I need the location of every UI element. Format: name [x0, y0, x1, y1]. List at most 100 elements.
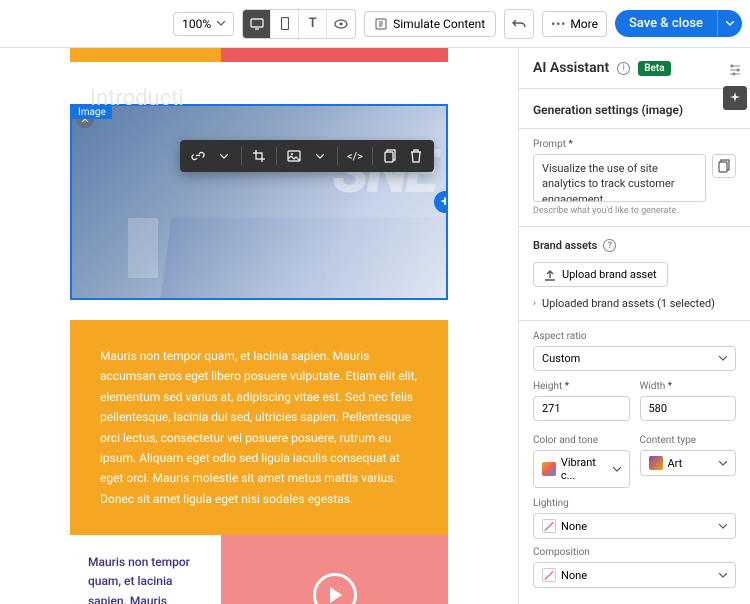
purple-copy: Mauris non tempor quam, et lacinia sapie…: [88, 553, 203, 604]
image-placeholder: SNE: [72, 106, 446, 298]
top-toolbar: 100% T Simulate Content ••• More Save & …: [0, 0, 750, 48]
chevron-down-icon[interactable]: [212, 144, 236, 168]
uploaded-label: Uploaded brand assets (1 selected): [542, 297, 715, 310]
save-close-button[interactable]: Save & close: [615, 10, 717, 37]
image-tool[interactable]: [282, 144, 306, 168]
composition-select[interactable]: None: [533, 562, 736, 588]
height-input[interactable]: [533, 396, 630, 421]
text-view-button[interactable]: T: [299, 10, 327, 38]
aspect-value: Custom: [542, 352, 580, 365]
prompt-hint: Describe what you'd like to generate.: [533, 206, 736, 216]
sparkle-icon: [729, 92, 741, 104]
composition-label: Composition: [533, 547, 736, 558]
beta-badge: Beta: [638, 61, 670, 76]
width-input[interactable]: [640, 396, 737, 421]
brand-assets-label: Brand assets: [533, 239, 597, 252]
style-row: Color and tone Vibrant c... Content type…: [519, 431, 750, 492]
sliders-icon: [728, 63, 742, 77]
undo-button[interactable]: [504, 9, 534, 39]
more-label: More: [570, 17, 598, 31]
upload-label: Upload brand asset: [562, 268, 657, 281]
chevron-down-icon: [719, 573, 727, 578]
video-card[interactable]: [221, 535, 448, 604]
aspect-ratio-select[interactable]: Custom: [533, 346, 736, 371]
orange-copy: Mauris non tempor quam, et lacinia sapie…: [100, 349, 417, 506]
main-area: Introducti Image ✕ SNE + Mauris non temp…: [0, 48, 750, 604]
play-button[interactable]: [313, 573, 357, 604]
undo-icon: [512, 18, 526, 30]
dimensions-row: Height Width: [519, 377, 750, 425]
copy-prompt-button[interactable]: [712, 154, 736, 178]
height-label: Height: [533, 381, 630, 392]
code-tool[interactable]: </>: [343, 144, 367, 168]
settings-rail-button[interactable]: [723, 58, 747, 82]
chevron-down-icon: [217, 21, 225, 26]
none-swatch-icon: [542, 519, 556, 533]
lighting-section: Lighting None: [519, 492, 750, 545]
none-swatch-icon: [542, 568, 556, 582]
lighting-value: None: [561, 520, 587, 533]
generation-settings-title: Generation settings (image): [533, 103, 683, 117]
toolbar-divider: [276, 147, 277, 165]
copy-tool[interactable]: [378, 144, 402, 168]
intro-heading-block: Introducti: [70, 62, 448, 92]
panel-title: AI Assistant: [533, 60, 609, 76]
preview-button[interactable]: [327, 10, 355, 38]
content-type-select[interactable]: Art: [640, 450, 737, 476]
width-label: Width: [640, 381, 737, 392]
orange-text-block[interactable]: Mauris non tempor quam, et lacinia sapie…: [70, 320, 448, 535]
color-label: Color and tone: [533, 435, 630, 446]
generate-row: Generate i: [519, 594, 750, 604]
link-tool[interactable]: [186, 144, 210, 168]
right-side-rail: [720, 48, 750, 110]
color-value: Vibrant c...: [561, 456, 613, 482]
content-value: Art: [668, 457, 683, 470]
image-component[interactable]: Image ✕ SNE +: [70, 104, 448, 300]
prompt-textarea[interactable]: Visualize the use of site analytics to t…: [533, 154, 706, 202]
delete-tool[interactable]: [404, 144, 428, 168]
generation-settings-header: Generation settings (image): [519, 89, 750, 129]
brand-assets-row: Brand assets ?: [519, 235, 750, 256]
upload-brand-asset-button[interactable]: Upload brand asset: [533, 262, 668, 287]
chevron-down-icon[interactable]: [308, 144, 332, 168]
color-bar: [70, 48, 448, 62]
art-swatch-icon: [649, 456, 663, 470]
upload-icon: [544, 269, 556, 281]
info-icon[interactable]: i: [617, 62, 630, 75]
bottom-row: Mauris non tempor quam, et lacinia sapie…: [70, 535, 448, 604]
crop-tool[interactable]: [247, 144, 271, 168]
toolbar-divider: [241, 147, 242, 165]
play-icon: [330, 587, 342, 603]
content-type-label: Content type: [640, 435, 737, 446]
zoom-select[interactable]: 100%: [173, 12, 234, 36]
simulate-icon: [375, 18, 387, 30]
save-group: Save & close: [615, 10, 742, 37]
chevron-right-icon: ›: [533, 298, 536, 309]
aspect-section: Aspect ratio Custom: [519, 321, 750, 377]
prompt-section: Prompt Visualize the use of site analyti…: [519, 129, 750, 222]
copy-icon: [718, 159, 730, 173]
lighting-label: Lighting: [533, 498, 736, 509]
uploaded-assets-row[interactable]: › Uploaded brand assets (1 selected): [519, 291, 750, 321]
info-icon[interactable]: ?: [603, 239, 616, 252]
editor-canvas[interactable]: Introducti Image ✕ SNE + Mauris non temp…: [0, 48, 518, 604]
toolbar-divider: [372, 147, 373, 165]
floating-toolbar: </>: [180, 140, 434, 172]
mobile-view-button[interactable]: [271, 10, 299, 38]
left-text-card[interactable]: Mauris non tempor quam, et lacinia sapie…: [70, 535, 221, 604]
chevron-down-icon: [726, 21, 734, 26]
color-bar-left: [70, 48, 221, 62]
toolbar-divider: [337, 147, 338, 165]
dots-icon: •••: [551, 17, 566, 31]
desktop-view-button[interactable]: [243, 10, 271, 38]
aspect-label: Aspect ratio: [533, 331, 736, 342]
lighting-select[interactable]: None: [533, 513, 736, 539]
ai-rail-button[interactable]: [723, 86, 747, 110]
image-badge: Image: [72, 106, 112, 119]
save-dropdown-button[interactable]: [717, 10, 742, 37]
panel-header: AI Assistant i Beta: [519, 48, 750, 89]
color-tone-select[interactable]: Vibrant c...: [533, 450, 630, 488]
device-preview-group: T: [242, 9, 356, 39]
more-button[interactable]: ••• More: [542, 11, 607, 37]
simulate-content-button[interactable]: Simulate Content: [364, 11, 496, 37]
